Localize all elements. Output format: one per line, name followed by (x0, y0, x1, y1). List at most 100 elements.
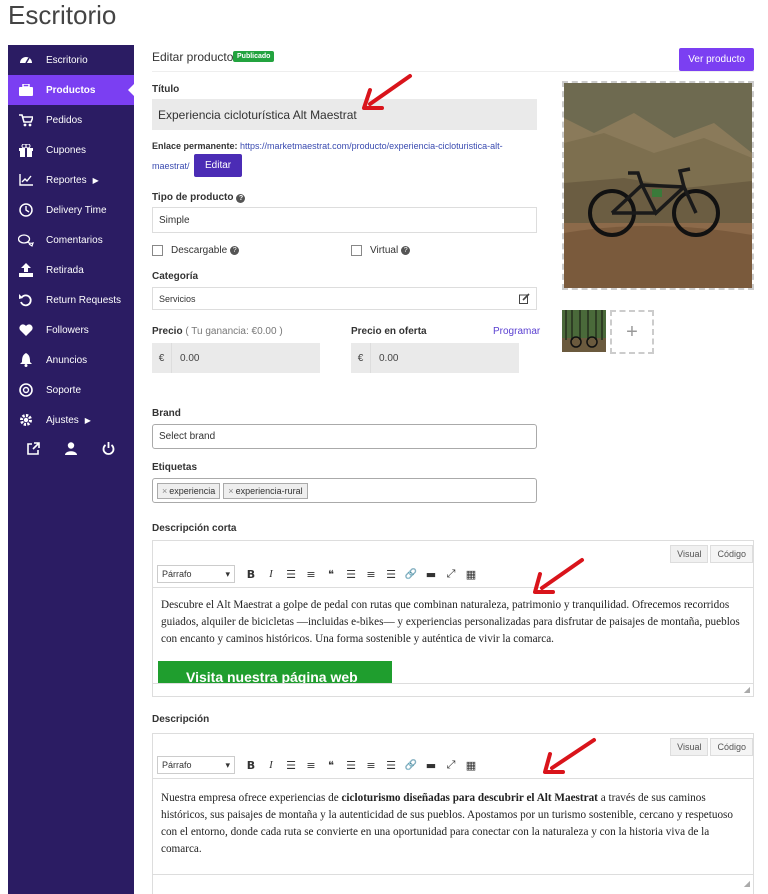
visit-website-button[interactable]: Visita nuestra página web (158, 661, 392, 683)
price-value: 0.00 (180, 352, 200, 364)
permalink-url-end[interactable]: maestrat/ (152, 156, 190, 176)
sidebar-item-escritorio[interactable]: Escritorio (8, 45, 134, 75)
external-link-icon[interactable] (26, 442, 40, 458)
add-gallery-image-button[interactable]: + (610, 310, 654, 354)
tag-chip[interactable]: × experiencia-rural (223, 482, 308, 499)
sale-price-value: 0.00 (379, 352, 399, 364)
bicycle-photo (564, 83, 752, 288)
power-icon[interactable] (102, 442, 115, 458)
schedule-link[interactable]: Programar (493, 326, 540, 337)
align-left-icon[interactable]: ☰ (341, 565, 361, 583)
virtual-checkbox[interactable]: Virtual? (351, 245, 411, 256)
kitchen-sink-icon[interactable]: ▦ (461, 756, 481, 774)
italic-icon[interactable]: I (261, 756, 281, 774)
format-select[interactable]: Párrafo ▾ (157, 756, 235, 774)
sidebar-item-retirada[interactable]: Retirada (8, 255, 134, 285)
bold-icon[interactable]: B (241, 756, 261, 774)
edit-permalink-button[interactable]: Editar (194, 154, 243, 177)
description-text[interactable]: Nuestra empresa ofrece experiencias de c… (161, 790, 745, 858)
blockquote-icon[interactable]: ❝ (321, 565, 341, 583)
sidebar-item-anuncios[interactable]: Anuncios (8, 345, 134, 375)
permalink-url[interactable]: https://marketmaestrat.com/producto/expe… (240, 141, 503, 151)
category-select[interactable]: Servicios (152, 287, 537, 310)
tab-visual[interactable]: Visual (670, 545, 709, 563)
downloadable-label: Descargable (171, 245, 228, 256)
sidebar-item-label: Reportes (46, 174, 87, 186)
bullet-list-icon[interactable]: ☰ (281, 756, 301, 774)
sidebar-item-productos[interactable]: Productos (8, 75, 135, 105)
chevron-down-icon: ▾ (225, 568, 230, 579)
sidebar-item-return-requests[interactable]: Return Requests (8, 285, 134, 315)
kitchen-sink-icon[interactable]: ▦ (461, 565, 481, 583)
sidebar-item-followers[interactable]: Followers (8, 315, 134, 345)
permalink-url-tail[interactable]: maestrat/ (152, 161, 190, 171)
numbered-list-icon[interactable]: ≡ (301, 565, 321, 583)
price-input[interactable]: € 0.00 (152, 343, 320, 373)
checkbox-box[interactable] (351, 245, 362, 256)
more-icon[interactable]: ▬ (421, 565, 441, 583)
sidebar-item-soporte[interactable]: Soporte (8, 375, 134, 405)
tab-visual[interactable]: Visual (670, 738, 709, 756)
align-center-icon[interactable]: ≡ (361, 756, 381, 774)
tag-remove-icon[interactable]: × (228, 486, 233, 496)
fullscreen-icon[interactable]: ⤢ (441, 565, 461, 583)
title-input[interactable]: Experiencia cicloturística Alt Maestrat (152, 99, 537, 130)
align-right-icon[interactable]: ☰ (381, 756, 401, 774)
align-right-icon[interactable]: ☰ (381, 565, 401, 583)
sidebar-item-delivery-time[interactable]: Delivery Time (8, 195, 134, 225)
tags-label: Etiquetas (152, 462, 198, 473)
format-select[interactable]: Párrafo ▾ (157, 565, 235, 583)
italic-icon[interactable]: I (261, 565, 281, 583)
product-image[interactable] (562, 81, 754, 290)
resize-handle-icon[interactable]: ◢ (744, 879, 750, 888)
sidebar-item-reportes[interactable]: Reportes ▶ (8, 165, 134, 195)
align-left-icon[interactable]: ☰ (341, 756, 361, 774)
sidebar: Escritorio Productos Pedidos Cupones Rep… (8, 45, 135, 894)
tab-code[interactable]: Código (710, 738, 753, 756)
sidebar-item-comentarios[interactable]: Comentarios (8, 225, 134, 255)
sidebar-item-cupones[interactable]: Cupones (8, 135, 134, 165)
product-type-select[interactable]: Simple (152, 207, 537, 233)
blockquote-icon[interactable]: ❝ (321, 756, 341, 774)
permalink-label: Enlace permanente: (152, 141, 238, 151)
checkbox-box[interactable] (152, 245, 163, 256)
sidebar-item-pedidos[interactable]: Pedidos (8, 105, 134, 135)
tag-remove-icon[interactable]: × (162, 486, 167, 496)
sale-price-input[interactable]: € 0.00 (351, 343, 519, 373)
user-icon[interactable] (64, 442, 77, 458)
align-center-icon[interactable]: ≡ (361, 565, 381, 583)
tags-input[interactable]: × experiencia × experiencia-rural (152, 478, 537, 503)
tag-chip[interactable]: × experiencia (157, 482, 221, 499)
numbered-list-icon[interactable]: ≡ (301, 756, 321, 774)
tag-label: experiencia (169, 485, 216, 496)
tab-code[interactable]: Código (710, 545, 753, 563)
upload-icon (18, 262, 34, 278)
link-icon[interactable]: 🔗 (401, 565, 421, 583)
fullscreen-icon[interactable]: ⤢ (441, 756, 461, 774)
downloadable-checkbox[interactable]: Descargable? (152, 245, 240, 256)
sidebar-item-ajustes[interactable]: Ajustes ▶ (8, 405, 134, 435)
virtual-label: Virtual (370, 245, 399, 256)
more-icon[interactable]: ▬ (421, 756, 441, 774)
sidebar-item-label: Ajustes (46, 414, 79, 426)
edit-icon[interactable] (519, 293, 530, 306)
view-product-button[interactable]: Ver producto (679, 48, 754, 71)
bullet-list-icon[interactable]: ☰ (281, 565, 301, 583)
link-icon[interactable]: 🔗 (401, 756, 421, 774)
resize-handle-icon[interactable]: ◢ (744, 685, 750, 694)
brand-select[interactable]: Select brand (152, 424, 537, 449)
short-description-text[interactable]: Descubre el Alt Maestrat a golpe de peda… (161, 597, 745, 648)
gallery-thumbnail[interactable] (562, 310, 606, 352)
chart-line-icon (18, 172, 34, 188)
bold-icon[interactable]: B (241, 565, 261, 583)
help-icon[interactable]: ? (401, 246, 411, 255)
help-icon[interactable]: ? (230, 246, 240, 255)
editor-toolbar: Párrafo ▾ B I ☰ ≡ ❝ ☰ ≡ ☰ 🔗 ▬ ⤢ ▦ (157, 563, 481, 585)
sidebar-item-label: Productos (46, 84, 96, 96)
header-divider (152, 71, 754, 72)
product-editor: Editar producto Publicado Ver producto (152, 45, 754, 75)
sale-price-label: Precio en oferta (351, 326, 427, 337)
comments-icon (18, 232, 34, 248)
currency-symbol: € (152, 343, 172, 373)
help-icon[interactable]: ? (236, 194, 246, 203)
